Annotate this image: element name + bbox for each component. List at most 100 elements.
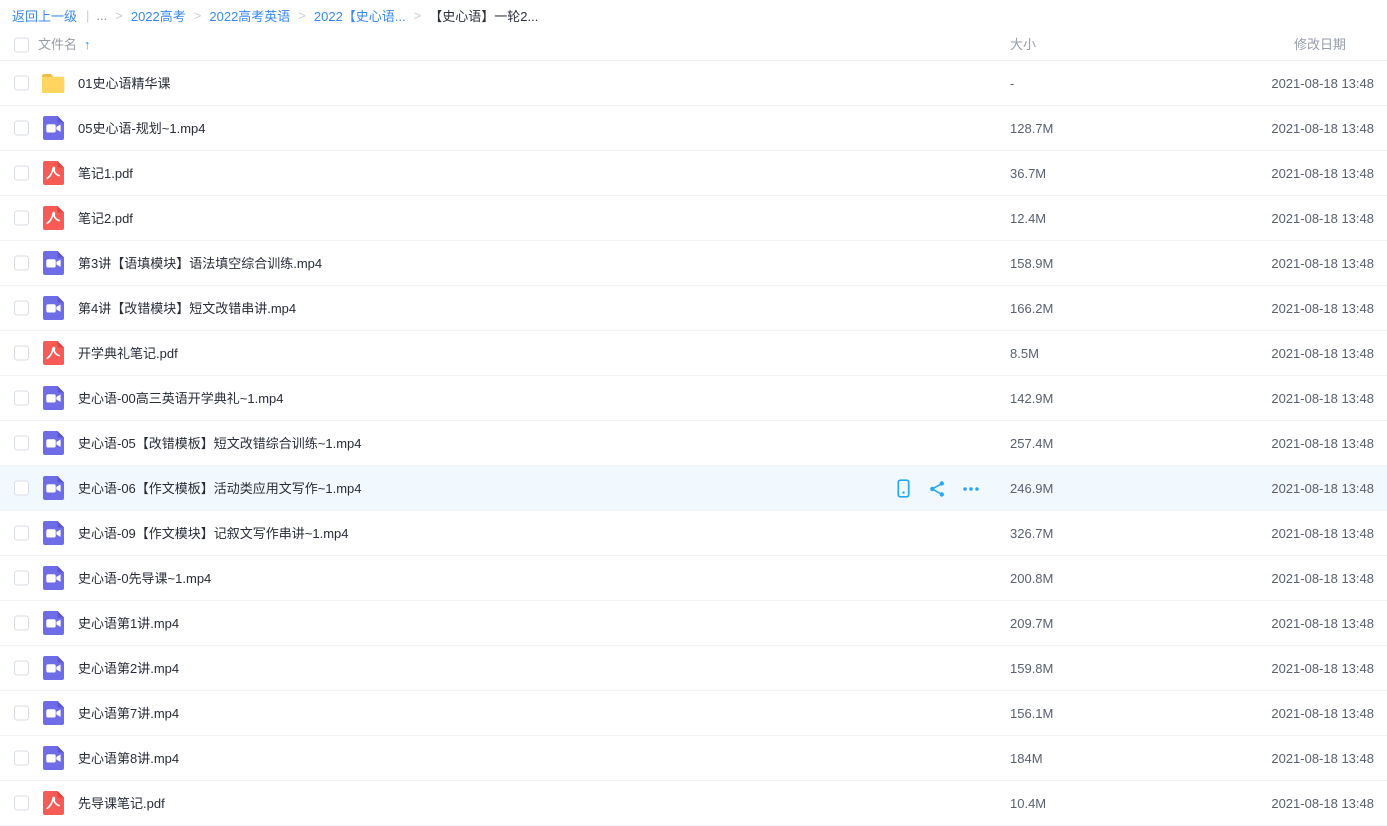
row-checkbox[interactable] bbox=[14, 751, 29, 766]
breadcrumb-link[interactable]: 2022高考 bbox=[131, 6, 186, 25]
device-icon[interactable] bbox=[893, 479, 913, 499]
table-row[interactable]: 史心语-00高三英语开学典礼~1.mp4 142.9M 2021-08-18 1… bbox=[0, 376, 1387, 421]
file-size: 8.5M bbox=[1010, 331, 1039, 376]
video-icon bbox=[40, 250, 66, 276]
breadcrumb-separator: > bbox=[414, 8, 422, 23]
file-name[interactable]: 01史心语精华课 bbox=[78, 61, 170, 106]
file-name[interactable]: 第4讲【改错模块】短文改错串讲.mp4 bbox=[78, 286, 296, 331]
row-checkbox[interactable] bbox=[14, 571, 29, 586]
table-header: 文件名 ↑ 大小 修改日期 bbox=[0, 30, 1387, 61]
row-checkbox[interactable] bbox=[14, 796, 29, 811]
file-modified-date: 2021-08-18 13:48 bbox=[1271, 556, 1374, 601]
pdf-icon bbox=[40, 790, 66, 816]
share-icon[interactable] bbox=[927, 479, 947, 499]
file-modified-date: 2021-08-18 13:48 bbox=[1271, 781, 1374, 826]
file-name[interactable]: 史心语第1讲.mp4 bbox=[78, 601, 179, 646]
row-checkbox[interactable] bbox=[14, 166, 29, 181]
row-checkbox[interactable] bbox=[14, 616, 29, 631]
table-row[interactable]: 史心语-06【作文模板】活动类应用文写作~1.mp4 246.9M 2021-0… bbox=[0, 466, 1387, 511]
folder-icon bbox=[40, 70, 66, 96]
table-row[interactable]: 开学典礼笔记.pdf 8.5M 2021-08-18 13:48 bbox=[0, 331, 1387, 376]
file-name[interactable]: 史心语-09【作文模块】记叙文写作串讲~1.mp4 bbox=[78, 511, 349, 556]
file-name[interactable]: 05史心语-规划~1.mp4 bbox=[78, 106, 206, 151]
file-name[interactable]: 史心语-06【作文模板】活动类应用文写作~1.mp4 bbox=[78, 466, 362, 511]
table-row[interactable]: 史心语-09【作文模块】记叙文写作串讲~1.mp4 326.7M 2021-08… bbox=[0, 511, 1387, 556]
table-row[interactable]: 先导课笔记.pdf 10.4M 2021-08-18 13:48 bbox=[0, 781, 1387, 826]
file-name[interactable]: 史心语第7讲.mp4 bbox=[78, 691, 179, 736]
file-name[interactable]: 第3讲【语填模块】语法填空综合训练.mp4 bbox=[78, 241, 322, 286]
video-icon bbox=[40, 565, 66, 591]
file-size: 158.9M bbox=[1010, 241, 1053, 286]
table-row[interactable]: 史心语第2讲.mp4 159.8M 2021-08-18 13:48 bbox=[0, 646, 1387, 691]
file-size: 326.7M bbox=[1010, 511, 1053, 556]
file-modified-date: 2021-08-18 13:48 bbox=[1271, 511, 1374, 556]
file-size: 184M bbox=[1010, 736, 1043, 781]
file-name[interactable]: 笔记2.pdf bbox=[78, 196, 133, 241]
row-checkbox[interactable] bbox=[14, 76, 29, 91]
file-modified-date: 2021-08-18 13:48 bbox=[1271, 241, 1374, 286]
breadcrumb: 返回上一级 | ... >2022高考 >2022高考英语 >2022【史心语...… bbox=[12, 0, 538, 30]
row-checkbox[interactable] bbox=[14, 436, 29, 451]
file-name[interactable]: 开学典礼笔记.pdf bbox=[78, 331, 178, 376]
file-name[interactable]: 笔记1.pdf bbox=[78, 151, 133, 196]
file-size: 12.4M bbox=[1010, 196, 1046, 241]
row-checkbox[interactable] bbox=[14, 211, 29, 226]
row-checkbox[interactable] bbox=[14, 706, 29, 721]
file-modified-date: 2021-08-18 13:48 bbox=[1271, 646, 1374, 691]
breadcrumb-ellipsis[interactable]: ... bbox=[96, 8, 107, 23]
more-icon[interactable] bbox=[961, 479, 981, 499]
row-checkbox[interactable] bbox=[14, 256, 29, 271]
row-checkbox[interactable] bbox=[14, 526, 29, 541]
file-name[interactable]: 史心语第2讲.mp4 bbox=[78, 646, 179, 691]
breadcrumb-separator: > bbox=[194, 8, 202, 23]
video-icon bbox=[40, 655, 66, 681]
select-all-checkbox[interactable] bbox=[14, 38, 29, 53]
row-checkbox[interactable] bbox=[14, 481, 29, 496]
row-checkbox[interactable] bbox=[14, 391, 29, 406]
breadcrumb-separator: > bbox=[298, 8, 306, 23]
row-hover-actions bbox=[893, 466, 981, 511]
sort-ascending-icon[interactable]: ↑ bbox=[84, 37, 91, 52]
file-size: 159.8M bbox=[1010, 646, 1053, 691]
table-row[interactable]: 笔记1.pdf 36.7M 2021-08-18 13:48 bbox=[0, 151, 1387, 196]
file-name[interactable]: 史心语-0先导课~1.mp4 bbox=[78, 556, 211, 601]
column-header-name[interactable]: 文件名 ↑ bbox=[38, 30, 91, 60]
breadcrumb-link[interactable]: 2022【史心语... bbox=[314, 6, 406, 25]
table-row[interactable]: 史心语-0先导课~1.mp4 200.8M 2021-08-18 13:48 bbox=[0, 556, 1387, 601]
row-checkbox[interactable] bbox=[14, 346, 29, 361]
column-header-modified[interactable]: 修改日期 bbox=[1294, 30, 1346, 60]
video-icon bbox=[40, 430, 66, 456]
file-name[interactable]: 先导课笔记.pdf bbox=[78, 781, 165, 826]
table-row[interactable]: 第3讲【语填模块】语法填空综合训练.mp4 158.9M 2021-08-18 … bbox=[0, 241, 1387, 286]
table-row[interactable]: 史心语-05【改错模板】短文改错综合训练~1.mp4 257.4M 2021-0… bbox=[0, 421, 1387, 466]
table-row[interactable]: 01史心语精华课 - 2021-08-18 13:48 bbox=[0, 61, 1387, 106]
breadcrumb-items: >2022高考>2022高考英语>2022【史心语...>【史心语】一轮2... bbox=[107, 6, 538, 25]
file-name[interactable]: 史心语第8讲.mp4 bbox=[78, 736, 179, 781]
table-row[interactable]: 笔记2.pdf 12.4M 2021-08-18 13:48 bbox=[0, 196, 1387, 241]
table-row[interactable]: 第4讲【改错模块】短文改错串讲.mp4 166.2M 2021-08-18 13… bbox=[0, 286, 1387, 331]
video-icon bbox=[40, 745, 66, 771]
column-header-name-label: 文件名 bbox=[38, 37, 77, 52]
row-checkbox[interactable] bbox=[14, 121, 29, 136]
row-checkbox[interactable] bbox=[14, 661, 29, 676]
video-icon bbox=[40, 610, 66, 636]
table-row[interactable]: 05史心语-规划~1.mp4 128.7M 2021-08-18 13:48 bbox=[0, 106, 1387, 151]
video-icon bbox=[40, 385, 66, 411]
breadcrumb-pipe-separator: | bbox=[86, 8, 89, 23]
breadcrumb-link[interactable]: 2022高考英语 bbox=[209, 6, 290, 25]
file-modified-date: 2021-08-18 13:48 bbox=[1271, 691, 1374, 736]
breadcrumb-separator: > bbox=[115, 8, 123, 23]
table-row[interactable]: 史心语第8讲.mp4 184M 2021-08-18 13:48 bbox=[0, 736, 1387, 781]
back-link[interactable]: 返回上一级 bbox=[12, 6, 77, 25]
file-size: 257.4M bbox=[1010, 421, 1053, 466]
pdf-icon bbox=[40, 205, 66, 231]
row-checkbox[interactable] bbox=[14, 301, 29, 316]
file-modified-date: 2021-08-18 13:48 bbox=[1271, 196, 1374, 241]
table-row[interactable]: 史心语第7讲.mp4 156.1M 2021-08-18 13:48 bbox=[0, 691, 1387, 736]
file-modified-date: 2021-08-18 13:48 bbox=[1271, 61, 1374, 106]
file-name[interactable]: 史心语-05【改错模板】短文改错综合训练~1.mp4 bbox=[78, 421, 362, 466]
column-header-size[interactable]: 大小 bbox=[1010, 30, 1036, 60]
table-row[interactable]: 史心语第1讲.mp4 209.7M 2021-08-18 13:48 bbox=[0, 601, 1387, 646]
file-name[interactable]: 史心语-00高三英语开学典礼~1.mp4 bbox=[78, 376, 284, 421]
pdf-icon bbox=[40, 160, 66, 186]
